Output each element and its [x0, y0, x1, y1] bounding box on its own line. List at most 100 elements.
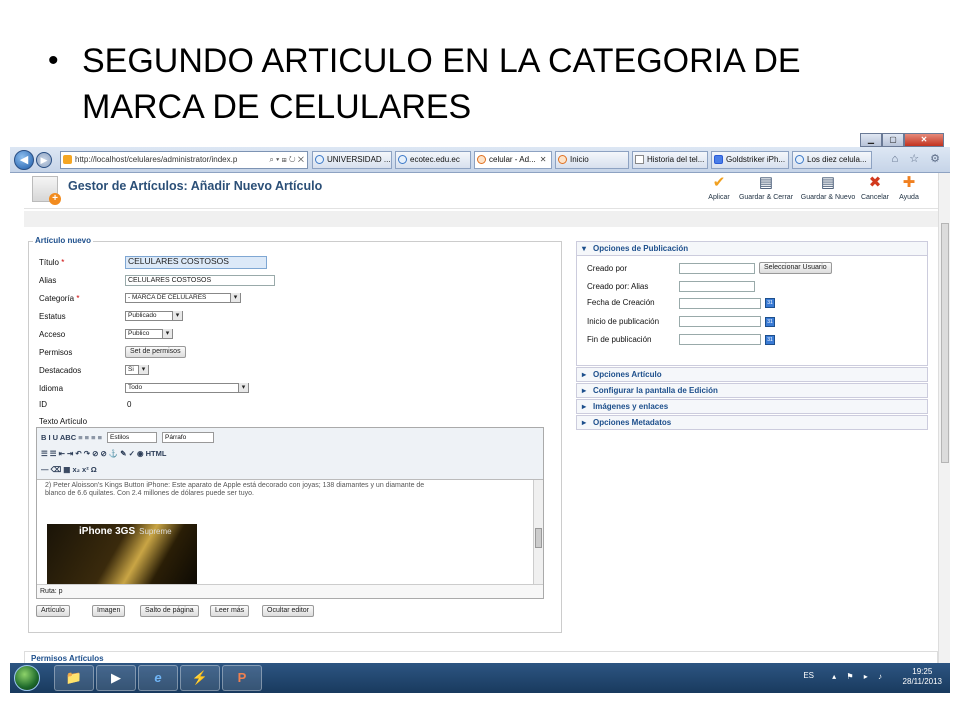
article-toolbar: Gestor de Artículos: Añadir Nuevo Artícu…: [24, 173, 938, 209]
iphone-image: iPhone 3GS Supreme: [47, 524, 197, 584]
image-suffix: S: [128, 526, 136, 537]
creado-por-label: Creado por: [587, 264, 628, 273]
acceso-select[interactable]: Publico: [125, 329, 173, 339]
set-permisos-button[interactable]: Set de permisos: [125, 346, 186, 358]
form-legend: Artículo nuevo: [33, 236, 94, 245]
alias-label: Alias: [39, 276, 57, 285]
language-indicator[interactable]: ES: [803, 671, 814, 680]
imagenes-enlaces-accordion[interactable]: Imágenes y enlaces: [576, 399, 928, 414]
save-new-button[interactable]: ▤ Guardar & Nuevo: [798, 174, 858, 201]
onenote-icon[interactable]: ⚡: [180, 665, 220, 691]
editor-content[interactable]: 2) Peter Aloisson's Kings Button iPhone:…: [37, 480, 533, 584]
salto-pagina-button[interactable]: Salto de página: [140, 605, 199, 617]
tab-universidad[interactable]: UNIVERSIDAD ...: [312, 151, 392, 169]
permisos-articulos-label: Permisos Artículos: [31, 654, 104, 663]
window-controls: ▁ ▢ ✕: [860, 133, 944, 147]
save-close-button[interactable]: ▤ Guardar & Cerrar: [736, 174, 796, 201]
titulo-input[interactable]: CELULARES COSTOSOS: [125, 256, 267, 269]
rich-text-editor: B I U ABC ≡ ≡ ≡ ≡ Estilos Párrafo ☰ ☰ ⇤ …: [36, 427, 544, 599]
idioma-select[interactable]: Todo: [125, 383, 249, 393]
tab-strip: UNIVERSIDAD ... ecotec.edu.ec celular - …: [312, 151, 875, 169]
cancel-button[interactable]: ✖ Cancelar: [858, 174, 892, 201]
leer-mas-button[interactable]: Leer más: [210, 605, 250, 617]
save-icon: ▤: [758, 174, 774, 191]
categoria-select[interactable]: - MARCA DE CELULARES: [125, 293, 241, 303]
close-tab-icon[interactable]: ✕: [540, 155, 547, 164]
tab-inicio[interactable]: Inicio: [555, 151, 629, 169]
slide-title: • SEGUNDO ARTICULO EN LA CATEGORIA DE MA…: [48, 38, 908, 130]
start-button[interactable]: [14, 665, 40, 691]
creado-alias-input[interactable]: [679, 281, 755, 292]
categoria-label: Categoría *: [39, 294, 80, 303]
calendar-icon[interactable]: 31: [765, 317, 775, 327]
destacados-label: Destacados: [39, 366, 82, 375]
internet-explorer-icon[interactable]: e: [138, 665, 178, 691]
id-value: 0: [127, 400, 132, 409]
tab-los-diez[interactable]: Los diez celula...: [792, 151, 872, 169]
calendar-icon[interactable]: 31: [765, 298, 775, 308]
idioma-label: Idioma: [39, 384, 64, 393]
page-scrollbar[interactable]: [938, 173, 950, 663]
editor-scroll-thumb[interactable]: [535, 528, 542, 548]
tab-ecotec[interactable]: ecotec.edu.ec: [395, 151, 471, 169]
id-label: ID: [39, 400, 47, 409]
ocultar-editor-button[interactable]: Ocultar editor: [262, 605, 315, 617]
fecha-creacion-input[interactable]: [679, 298, 761, 309]
minimize-button[interactable]: ▁: [860, 133, 882, 147]
browser-screenshot: ▁ ▢ ✕ ◀ ▶ http://localhost/celulares/adm…: [10, 133, 950, 693]
parrafo-select[interactable]: Párrafo: [161, 431, 214, 443]
alias-input[interactable]: CELULARES COSTOSOS: [125, 275, 275, 286]
destacados-select[interactable]: Si: [125, 365, 149, 375]
page-scroll-thumb[interactable]: [941, 223, 949, 463]
clock[interactable]: 19:25 28/11/2013: [903, 667, 942, 687]
opciones-metadatos-accordion[interactable]: Opciones Metadatos: [576, 415, 928, 430]
configurar-pantalla-accordion[interactable]: Configurar la pantalla de Edición: [576, 383, 928, 398]
tab-goldstriker[interactable]: Goldstriker iPh...: [711, 151, 789, 169]
editor-toolbar: B I U ABC ≡ ≡ ≡ ≡ Estilos Párrafo ☰ ☰ ⇤ …: [37, 428, 543, 480]
ie-icon: [398, 155, 407, 164]
google-icon: [714, 155, 723, 164]
editor-scrollbar[interactable]: [533, 480, 543, 584]
inicio-publicacion-input[interactable]: [679, 316, 761, 327]
powerpoint-icon[interactable]: P: [222, 665, 262, 691]
back-button[interactable]: ◀: [14, 150, 34, 170]
close-window-button[interactable]: ✕: [904, 133, 944, 147]
creado-alias-label: Creado por: Alias: [587, 282, 649, 291]
joomla-admin-page: Gestor de Artículos: Añadir Nuevo Artícu…: [24, 173, 938, 663]
opciones-articulo-accordion[interactable]: Opciones Artículo: [576, 367, 928, 382]
seleccionar-usuario-button[interactable]: Seleccionar Usuario: [759, 262, 832, 274]
tab-celular-admin[interactable]: celular - Ad... ✕: [474, 151, 552, 169]
page-title: Gestor de Artículos: Añadir Nuevo Artícu…: [68, 179, 323, 193]
explorer-icon[interactable]: 📁: [54, 665, 94, 691]
format-icons[interactable]: B I U ABC ≡ ≡ ≡ ≡: [41, 433, 102, 442]
wikipedia-icon: [635, 155, 644, 164]
articulo-button[interactable]: Artículo: [36, 605, 70, 617]
estatus-select[interactable]: Publicado: [125, 311, 183, 321]
save-new-icon: ▤: [820, 174, 836, 191]
editor-toolbar-row1: B I U ABC ≡ ≡ ≡ ≡ Estilos Párrafo: [41, 429, 214, 445]
imagen-button[interactable]: Imagen: [92, 605, 126, 617]
media-player-icon[interactable]: ▶: [96, 665, 136, 691]
toolbar-separator: [24, 211, 938, 227]
browser-tools[interactable]: ⌂ ☆ ⚙: [892, 152, 944, 165]
calendar-icon[interactable]: 31: [765, 335, 775, 345]
help-button[interactable]: ✚ Ayuda: [894, 174, 924, 201]
publicacion-accordion[interactable]: Opciones de Publicación: [576, 241, 928, 256]
tab-historia[interactable]: Historia del tel...: [632, 151, 708, 169]
apply-button[interactable]: ✔ Aplicar: [704, 174, 734, 201]
address-tools[interactable]: ⌕ ▾ ⊞ ↻ ✕: [269, 152, 304, 168]
estatus-label: Estatus: [39, 312, 66, 321]
maximize-button[interactable]: ▢: [882, 133, 904, 147]
windows-taskbar: 📁 ▶ e ⚡ P ES ▴ ⚑ ▸ ♪ 19:25 28/11/2013: [10, 663, 950, 693]
address-text: http://localhost/celulares/administrator…: [75, 155, 238, 164]
tray-icons[interactable]: ▴ ⚑ ▸ ♪: [832, 672, 886, 681]
fin-publicacion-input[interactable]: [679, 334, 761, 345]
address-bar[interactable]: http://localhost/celulares/administrator…: [60, 151, 308, 169]
creado-por-input[interactable]: [679, 263, 755, 274]
clock-time: 19:25: [912, 667, 933, 676]
forward-button[interactable]: ▶: [36, 152, 52, 168]
estilos-select[interactable]: Estilos: [106, 431, 157, 443]
image-title: iPhone 3G: [79, 526, 129, 537]
editor-toolbar-row3[interactable]: — ⌫ ▦ x₂ x² Ω: [41, 461, 97, 477]
editor-toolbar-row2[interactable]: ☰ ☰ ⇤ ⇥ ↶ ↷ ⊘ ⊘ ⚓ ✎ ✓ ◉ HTML: [41, 445, 166, 461]
